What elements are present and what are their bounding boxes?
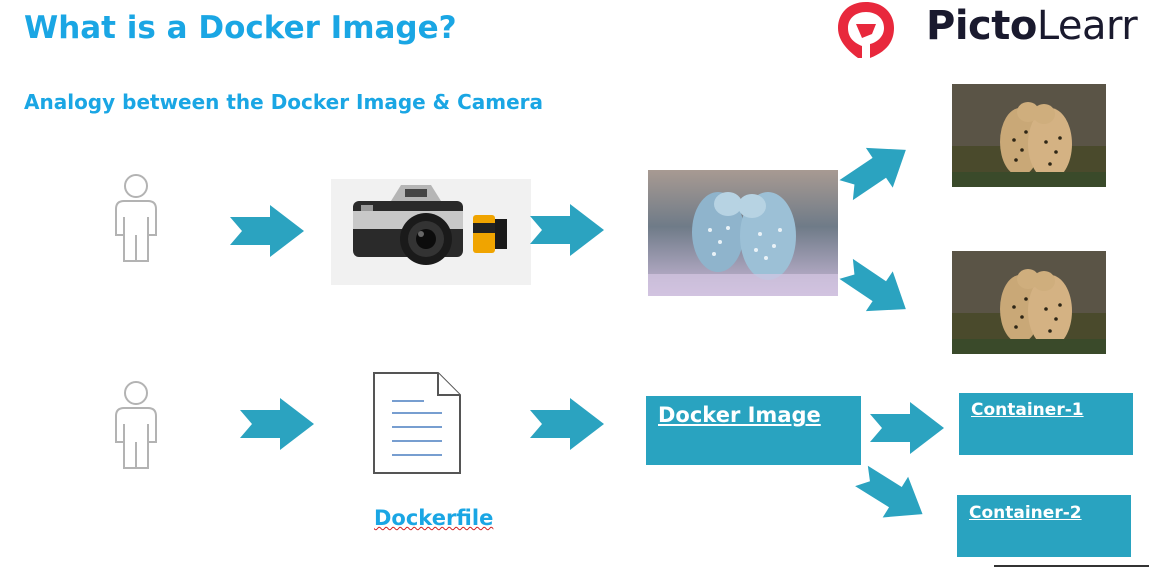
document-icon — [373, 372, 461, 474]
arrow-icon — [855, 465, 923, 518]
pictolearn-logo: PictoLearr — [836, 0, 1149, 60]
arrow-icon — [870, 402, 944, 454]
arrow-icon — [530, 398, 604, 450]
person-icon — [115, 381, 157, 469]
slide-subtitle: Analogy between the Docker Image & Camer… — [24, 90, 544, 114]
cheetah-photo-image — [952, 84, 1106, 187]
slide-title: What is a Docker Image? — [24, 10, 457, 46]
container-2-box[interactable]: Container-2 — [957, 495, 1131, 557]
arrow-icon — [839, 147, 906, 201]
camera-image — [331, 179, 531, 285]
negative-cheetah-illustration — [648, 170, 838, 296]
logo-text-bold: Picto — [926, 3, 1037, 49]
cheetah-photo-illustration — [952, 84, 1106, 187]
container-2-label[interactable]: Container-2 — [969, 503, 1082, 523]
cheetah-photo-image — [952, 251, 1106, 354]
docker-image-box[interactable]: Docker Image — [646, 396, 861, 465]
cheetah-photo-illustration — [952, 251, 1106, 354]
negative-film-image — [648, 170, 838, 296]
person-icon — [115, 174, 157, 262]
container-1-label[interactable]: Container-1 — [971, 400, 1084, 420]
camera-icon — [353, 185, 507, 265]
dockerfile-label[interactable]: Dockerfile — [374, 506, 493, 530]
arrow-icon — [839, 258, 906, 312]
arrow-icon — [530, 204, 604, 256]
pin-mark-icon — [838, 2, 894, 58]
container-1-box[interactable]: Container-1 — [959, 393, 1133, 455]
docker-image-label[interactable]: Docker Image — [658, 403, 821, 427]
logo-text-regular: Learr — [1036, 3, 1138, 49]
logo-wordmark: PictoLearr — [926, 3, 1138, 49]
arrow-icon — [230, 205, 304, 257]
arrow-icon — [240, 398, 314, 450]
divider — [994, 565, 1149, 567]
